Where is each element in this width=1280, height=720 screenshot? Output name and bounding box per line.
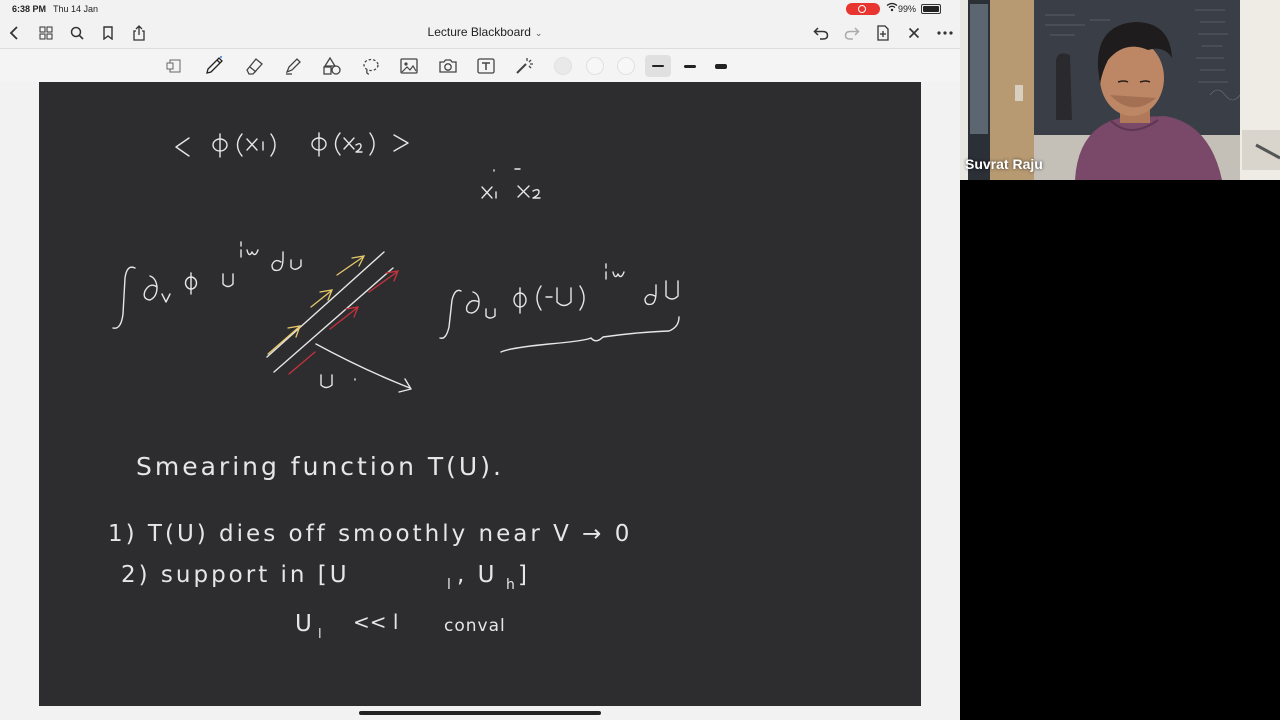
status-time: 6:38 PM [12,4,47,14]
stroke-width-thin[interactable] [645,55,671,77]
wifi-icon [886,2,898,15]
blackboard-canvas[interactable]: Smearing function T(U). 1) T(U) dies off… [39,82,921,706]
svg-text:l: l [447,577,451,593]
status-bar: 6:38 PM Thu 14 Jan 99% [0,0,960,18]
search-icon[interactable] [66,22,88,44]
more-icon[interactable] [934,22,956,44]
lasso-icon[interactable] [359,55,383,77]
color-swatch-1[interactable] [554,57,572,75]
svg-text:, U: , U [457,562,497,588]
redo-icon[interactable] [841,22,863,44]
navigation-bar: Lecture Blackboard ⌄ [0,18,960,48]
ipad-screen: 6:38 PM Thu 14 Jan 99% Lecture Blackboar… [0,0,960,720]
svg-text:U: U [295,611,312,637]
screen-recording-icon [846,3,880,15]
drawing-toolbar [0,48,960,82]
close-icon[interactable] [903,22,925,44]
status-date: Thu 14 Jan [53,4,99,14]
highlighter-icon[interactable] [281,55,305,77]
svg-text:h: h [506,577,515,593]
video-call-panel: Suvrat Raju [960,0,1280,720]
eraser-icon[interactable] [242,55,266,77]
svg-text:<< l: << l [353,610,398,634]
text-icon[interactable] [474,55,498,77]
undo-icon[interactable] [810,22,832,44]
document-title-text: Lecture Blackboard [427,25,531,39]
svg-text:]: ] [518,562,527,588]
document-title[interactable]: Lecture Blackboard ⌄ [380,25,590,39]
svg-text:1) T(U) dies off smoothly: 1) T(U) dies off smoothly near V → 0 [108,521,632,547]
handwritten-ink: Smearing function T(U). 1) T(U) dies off… [108,132,680,642]
bookmark-icon[interactable] [97,22,119,44]
chevron-down-icon: ⌄ [534,28,543,38]
battery-icon [921,4,941,14]
svg-text:conval: conval [444,616,506,636]
svg-text:l: l [318,627,322,642]
participant-name-label: Suvrat Raju [965,156,1043,172]
shapes-icon[interactable] [320,55,344,77]
camera-icon[interactable] [436,55,460,77]
laser-pointer-icon[interactable] [513,55,537,77]
participant-video-feed [960,0,1280,180]
read-mode-icon[interactable] [162,55,186,77]
stroke-thin-icon [652,65,664,67]
back-chevron-icon[interactable] [4,22,26,44]
add-page-icon[interactable] [872,22,894,44]
grid-icon[interactable] [35,22,57,44]
color-swatch-2[interactable] [586,57,604,75]
svg-text:2) support in [U: 2) support in [U [121,562,350,588]
stroke-thick-icon [715,63,727,69]
participant-video-tile[interactable]: Suvrat Raju [960,0,1280,180]
battery-percent: 99% [898,4,917,14]
svg-text:Smearing function T(U).: Smearing function T(U). [136,452,504,481]
stroke-width-medium[interactable] [677,55,703,77]
home-indicator[interactable] [359,711,601,715]
color-swatch-3[interactable] [617,57,635,75]
stroke-width-thick[interactable] [708,55,734,77]
share-icon[interactable] [128,22,150,44]
pen-icon[interactable] [202,55,226,77]
stroke-medium-icon [684,64,696,68]
image-icon[interactable] [397,55,421,77]
